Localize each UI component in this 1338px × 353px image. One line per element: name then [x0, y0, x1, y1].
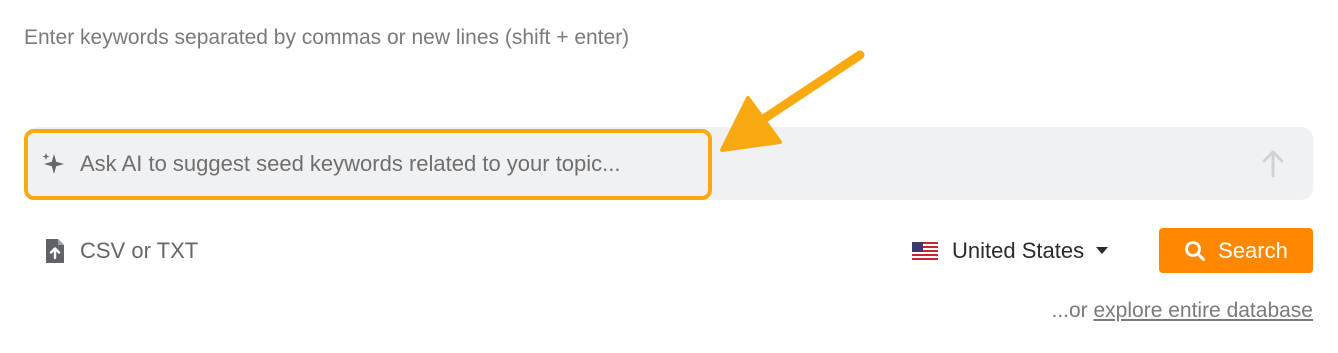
sparkle-icon	[42, 153, 64, 174]
ai-prompt-input[interactable]	[80, 146, 1230, 182]
country-label: United States	[952, 238, 1085, 263]
explore-database-link[interactable]: explore entire database	[1094, 299, 1314, 322]
search-button-label: Search	[1218, 237, 1288, 263]
country-select[interactable]: United States	[912, 236, 1109, 266]
file-upload-icon	[46, 239, 64, 263]
upload-file-button[interactable]: CSV or TXT	[44, 236, 198, 266]
explore-hint: ...or explore entire database	[1051, 299, 1313, 323]
chevron-down-icon	[1096, 247, 1109, 254]
search-button[interactable]: Search	[1159, 228, 1313, 273]
arrow-up-icon[interactable]	[1258, 148, 1288, 180]
upload-label: CSV or TXT	[80, 238, 199, 263]
us-flag-icon	[912, 242, 938, 260]
explore-prefix: ...or	[1051, 299, 1094, 322]
search-icon	[1185, 240, 1206, 261]
keywords-textarea[interactable]	[24, 26, 1024, 86]
